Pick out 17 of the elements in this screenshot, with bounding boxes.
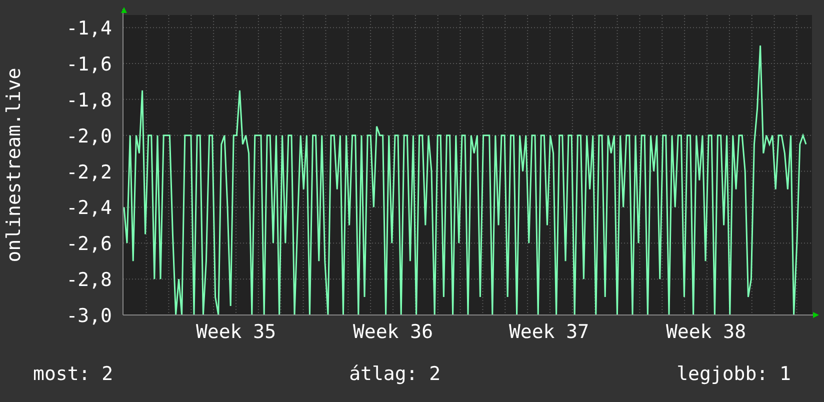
y-tick-label: -2,2 [66, 161, 112, 184]
x-tick-label: Week 38 [666, 321, 746, 343]
y-tick-label: -2,8 [66, 269, 112, 292]
y-tick-label: -1,6 [66, 54, 112, 76]
legend-text: átlag: 2 [349, 363, 441, 385]
x-tick-label: Week 37 [508, 321, 590, 343]
legend-text: most: 2 [33, 363, 114, 385]
legend-text: legjobb: 1 [676, 363, 791, 385]
y-tick-label: -1,8 [66, 89, 112, 112]
x-tick-label: Week 35 [196, 321, 276, 343]
x-tick-label: Week 36 [352, 321, 434, 343]
y-tick-label: -2,6 [66, 233, 112, 256]
y-tick-label: -2,0 [66, 125, 112, 148]
y-tick-label: -2,4 [66, 197, 112, 220]
y-axis-label: onlinestream.live [3, 68, 25, 262]
y-tick-label: -3,0 [66, 305, 112, 327]
y-tick-label: -1,4 [66, 18, 112, 40]
